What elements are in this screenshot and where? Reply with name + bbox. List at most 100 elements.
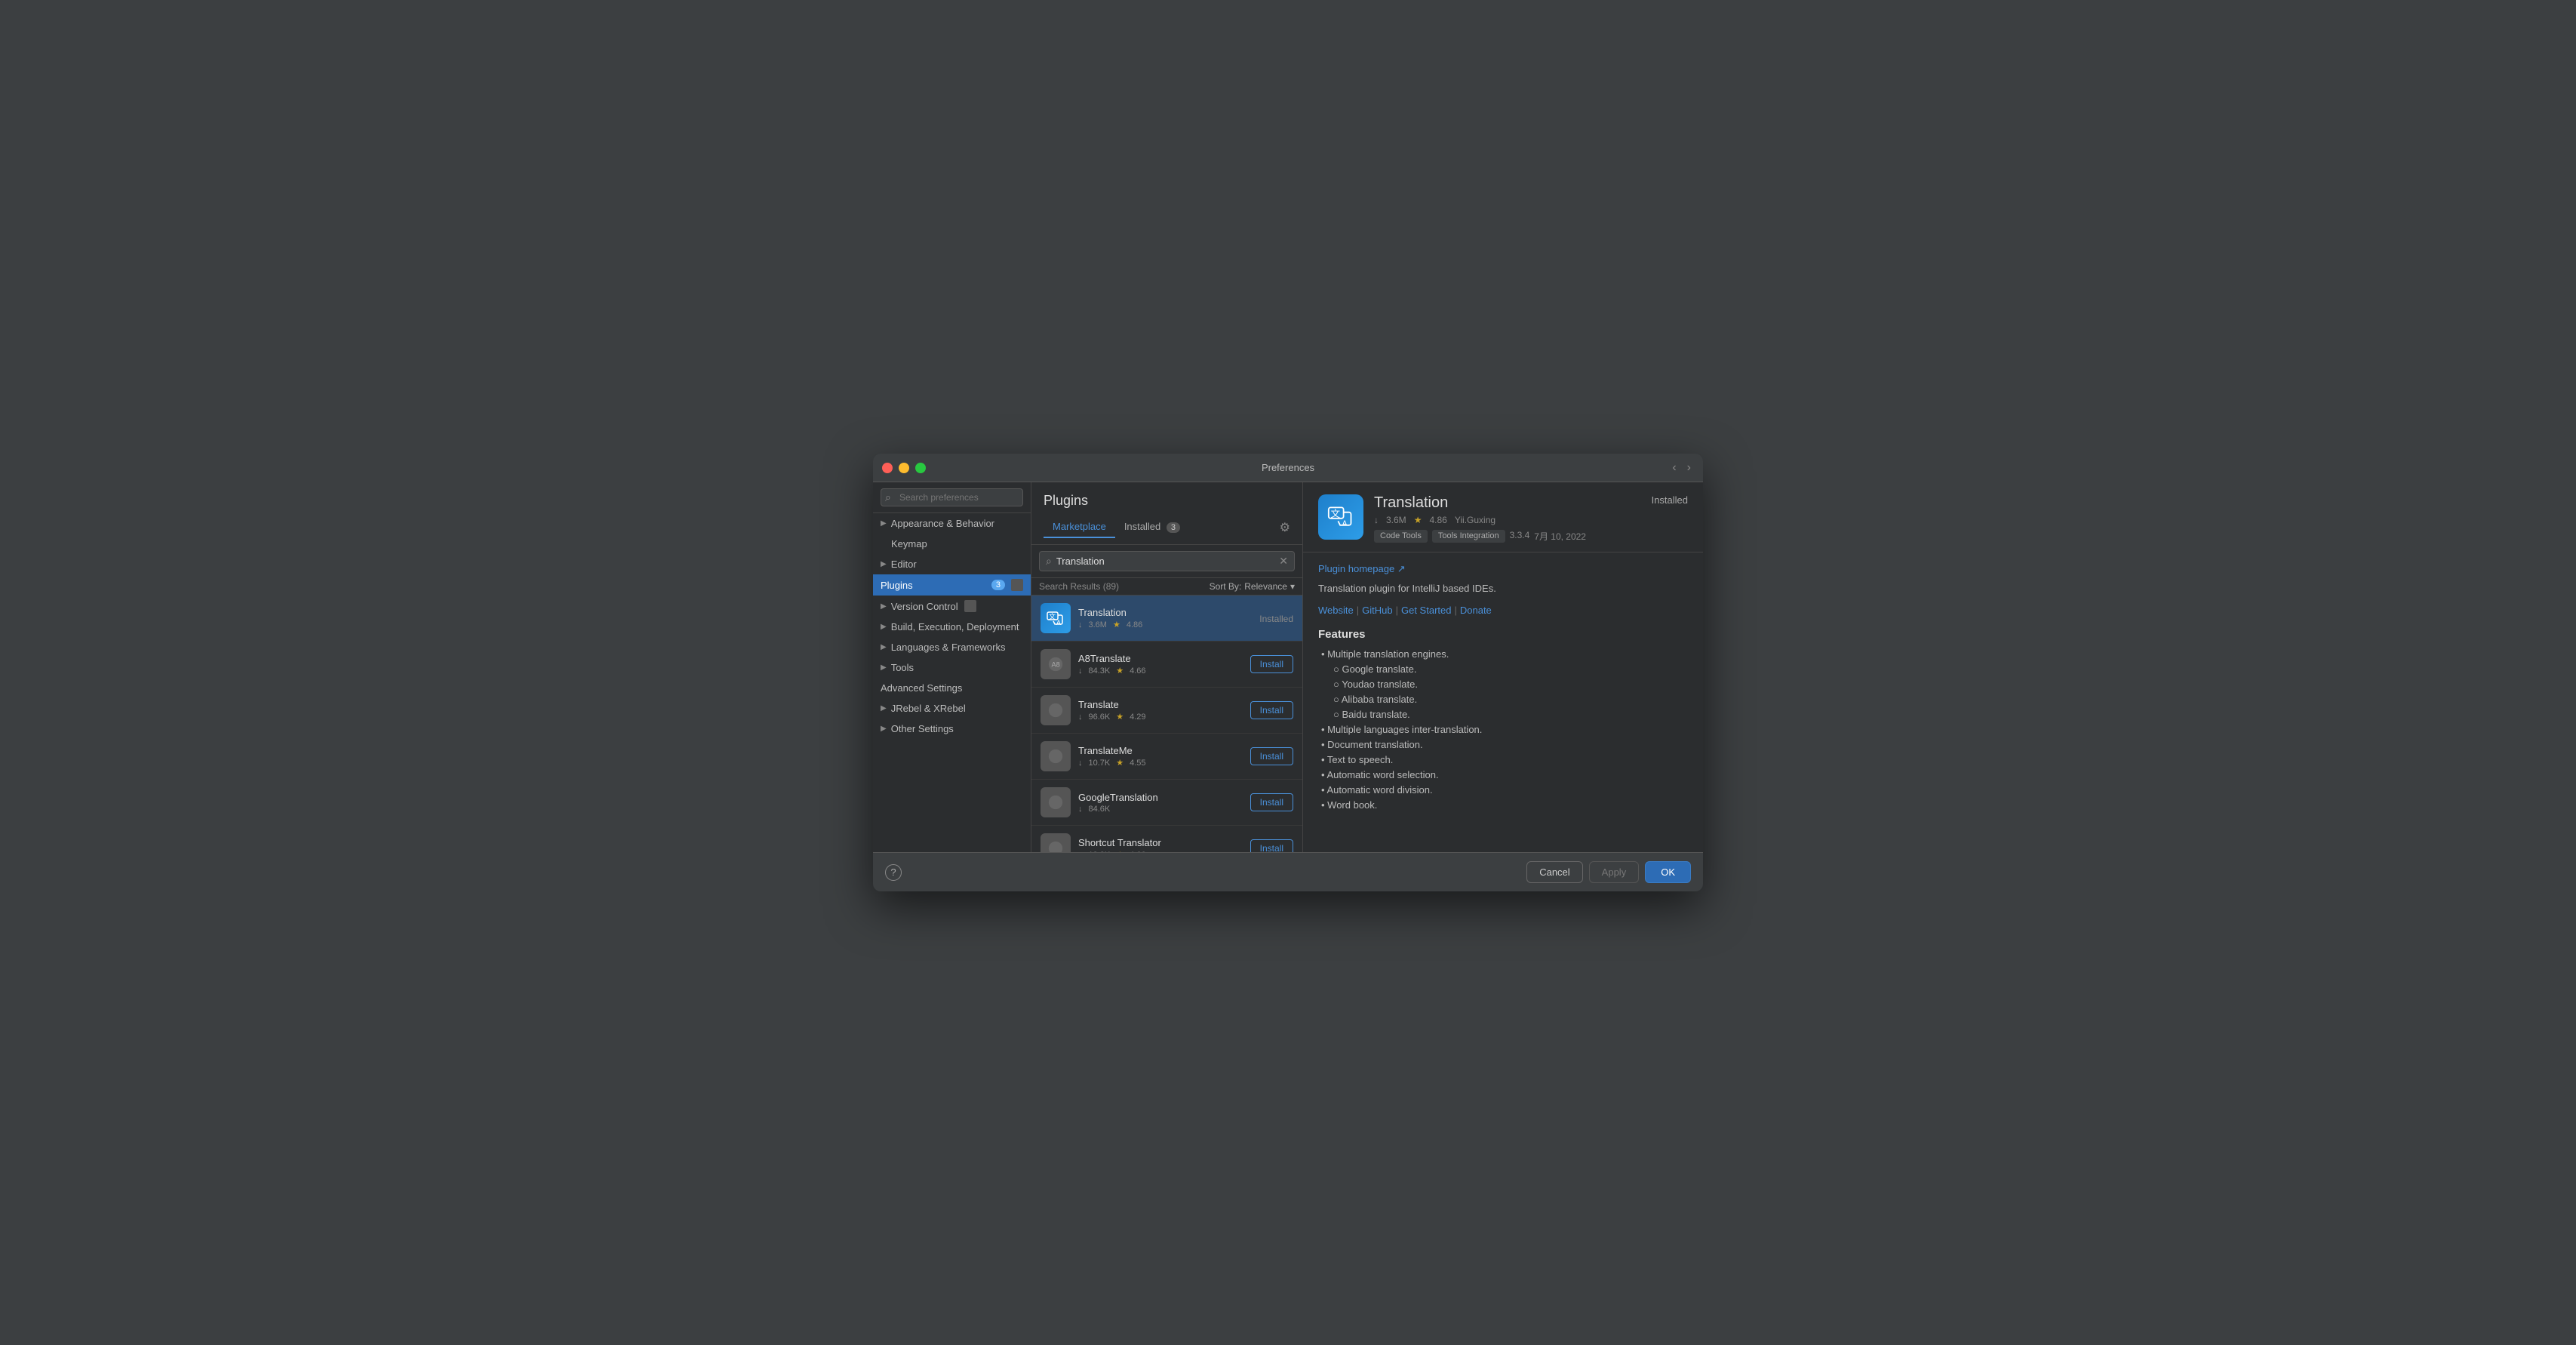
plugin-downloads: 10.7K <box>1089 759 1111 768</box>
window-title: Preferences <box>1262 462 1314 473</box>
search-icon: ⌕ <box>1046 555 1052 568</box>
close-button[interactable] <box>882 463 893 473</box>
tab-bar: Marketplace Installed 3 ⚙ <box>1044 516 1290 538</box>
homepage-label: Plugin homepage ↗ <box>1318 563 1406 575</box>
sidebar-item-languages[interactable]: ▶ Languages & Frameworks <box>873 637 1031 657</box>
sidebar-item-keymap[interactable]: Keymap <box>873 534 1031 554</box>
installed-badge: 3 <box>1167 522 1180 533</box>
preferences-window: Preferences ‹ › ▶ Appearance & Behavior … <box>873 454 1703 891</box>
ok-button[interactable]: OK <box>1645 861 1691 883</box>
plugin-item-translateme[interactable]: TranslateMe ↓ 10.7K ★ 4.55 Install <box>1031 734 1302 780</box>
svg-text:A: A <box>1342 520 1348 528</box>
plugin-info-translation: Translation ↓ 3.6M ★ 4.86 <box>1078 607 1252 629</box>
sidebar-item-tools[interactable]: ▶ Tools <box>873 657 1031 678</box>
install-button[interactable]: Install <box>1250 701 1293 719</box>
sidebar-item-advanced[interactable]: Advanced Settings <box>873 678 1031 698</box>
donate-link[interactable]: Donate <box>1460 605 1492 616</box>
plugin-item-googletranslation[interactable]: GoogleTranslation ↓ 84.6K Install <box>1031 780 1302 826</box>
sidebar-item-other[interactable]: ▶ Other Settings <box>873 719 1031 739</box>
sidebar-item-appearance[interactable]: ▶ Appearance & Behavior <box>873 513 1031 534</box>
cancel-button[interactable]: Cancel <box>1526 861 1582 883</box>
feature-item: • Multiple translation engines. <box>1318 648 1688 660</box>
installed-label: Installed <box>1259 614 1293 624</box>
detail-version: 3.3.4 <box>1510 530 1530 543</box>
star-icon: ★ <box>1113 620 1120 629</box>
sidebar-item-label: Tools <box>891 662 914 673</box>
separator: | <box>1357 605 1359 616</box>
plugin-homepage-link[interactable]: Plugin homepage ↗ <box>1318 563 1406 575</box>
minimize-button[interactable] <box>899 463 909 473</box>
sidebar-search-area <box>873 482 1031 513</box>
back-button[interactable]: ‹ <box>1669 460 1679 476</box>
detail-header: 文 A Translation ↓ 3.6M ★ 4.86 Yii.Guxing <box>1303 482 1703 552</box>
svg-text:A: A <box>1056 619 1061 626</box>
svg-text:A8: A8 <box>1052 661 1060 669</box>
sidebar-item-editor[interactable]: ▶ Editor <box>873 554 1031 574</box>
separator: | <box>1396 605 1398 616</box>
detail-body: Plugin homepage ↗ Translation plugin for… <box>1303 552 1703 852</box>
install-button[interactable]: Install <box>1250 793 1293 811</box>
plugin-item-shortcut-translator[interactable]: Shortcut Translator ↓ 13.8K ★ 4.66 Insta… <box>1031 826 1302 852</box>
translation-icon: 文 A <box>1041 603 1071 633</box>
detail-tag-tools-integration: Tools Integration <box>1432 530 1505 543</box>
translate-icon <box>1041 695 1071 725</box>
sidebar-item-version-control[interactable]: ▶ Version Control <box>873 596 1031 617</box>
sidebar-item-label: Languages & Frameworks <box>891 642 1006 653</box>
install-button[interactable]: Install <box>1250 747 1293 765</box>
plugin-item-translate[interactable]: Translate ↓ 96.6K ★ 4.29 Install <box>1031 688 1302 734</box>
website-link[interactable]: Website <box>1318 605 1354 616</box>
plugin-downloads: 96.6K <box>1089 713 1111 722</box>
detail-meta-row: ↓ 3.6M ★ 4.86 Yii.Guxing <box>1374 515 1641 525</box>
forward-button[interactable]: › <box>1684 460 1694 476</box>
help-button[interactable]: ? <box>885 864 902 881</box>
sort-button[interactable]: Sort By: Relevance ▾ <box>1210 581 1295 592</box>
plugin-search-input[interactable] <box>1056 556 1274 567</box>
maximize-button[interactable] <box>915 463 926 473</box>
download-icon: ↓ <box>1078 666 1083 676</box>
feature-item: • Text to speech. <box>1318 754 1688 765</box>
plugin-list: 文 A Translation ↓ 3.6M ★ 4.86 <box>1031 596 1302 852</box>
feature-item: • Document translation. <box>1318 739 1688 750</box>
plugin-rating: 4.55 <box>1130 759 1145 768</box>
sidebar-item-plugins[interactable]: Plugins 3 <box>873 574 1031 596</box>
plugin-item-a8translate[interactable]: A8 A8Translate ↓ 84.3K ★ 4.66 Install <box>1031 642 1302 688</box>
install-button[interactable]: Install <box>1250 839 1293 852</box>
sidebar-item-build[interactable]: ▶ Build, Execution, Deployment <box>873 617 1031 637</box>
download-icon: ↓ <box>1078 713 1083 722</box>
tab-marketplace[interactable]: Marketplace <box>1044 516 1115 538</box>
detail-downloads: 3.6M <box>1386 515 1406 525</box>
tab-installed[interactable]: Installed 3 <box>1115 516 1189 538</box>
sidebar-item-jrebel[interactable]: ▶ JRebel & XRebel <box>873 698 1031 719</box>
plugin-info-a8translate: A8Translate ↓ 84.3K ★ 4.66 <box>1078 653 1243 676</box>
feature-item: • Automatic word division. <box>1318 784 1688 796</box>
detail-installed-badge: Installed <box>1652 494 1688 506</box>
sidebar-item-label: JRebel & XRebel <box>891 703 966 714</box>
plugin-action: Install <box>1250 839 1293 852</box>
plugin-search-inner: ⌕ ✕ <box>1039 551 1295 571</box>
get-started-link[interactable]: Get Started <box>1401 605 1451 616</box>
sidebar-item-label: Version Control <box>891 601 958 612</box>
gear-icon[interactable]: ⚙ <box>1280 520 1290 535</box>
help-label: ? <box>890 866 896 878</box>
apply-button[interactable]: Apply <box>1589 861 1640 883</box>
plugin-action: Install <box>1250 701 1293 719</box>
search-clear-button[interactable]: ✕ <box>1279 555 1288 568</box>
plugin-name: A8Translate <box>1078 653 1243 664</box>
chevron-icon: ▶ <box>881 725 887 733</box>
sidebar-item-label: Build, Execution, Deployment <box>891 621 1019 632</box>
download-icon: ↓ <box>1374 515 1379 525</box>
sidebar-item-label: Editor <box>891 559 917 570</box>
star-icon: ★ <box>1414 515 1422 525</box>
github-link[interactable]: GitHub <box>1362 605 1392 616</box>
sidebar-search-input[interactable] <box>881 488 1023 506</box>
install-button[interactable]: Install <box>1250 655 1293 673</box>
svg-text:文: 文 <box>1049 612 1056 620</box>
a8translate-icon: A8 <box>1041 649 1071 679</box>
download-icon: ↓ <box>1078 805 1083 814</box>
sort-value: Relevance <box>1244 581 1287 592</box>
detail-tag-code-tools: Code Tools <box>1374 530 1428 543</box>
chevron-icon: ▶ <box>881 704 887 713</box>
plugin-item-translation[interactable]: 文 A Translation ↓ 3.6M ★ 4.86 <box>1031 596 1302 642</box>
download-icon: ↓ <box>1078 759 1083 768</box>
detail-title-area: Translation ↓ 3.6M ★ 4.86 Yii.Guxing Cod… <box>1374 494 1641 543</box>
